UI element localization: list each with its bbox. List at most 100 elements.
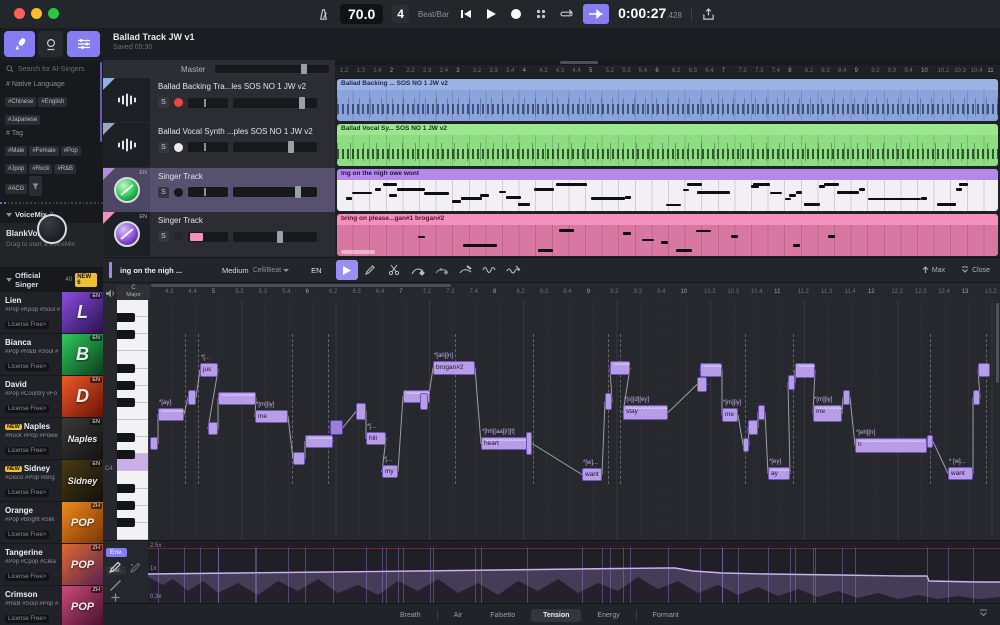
envelope-area[interactable]: 2.5x 1x 0.3x [148, 541, 1000, 604]
master-volume-slider[interactable] [215, 65, 329, 73]
note[interactable] [748, 420, 758, 435]
license-chip[interactable]: License Free> [5, 615, 49, 623]
note[interactable] [788, 375, 795, 390]
language-tag-chip[interactable]: #Chinese [5, 97, 36, 107]
quality-selector[interactable]: Medium [222, 266, 249, 275]
editing-clip-name[interactable]: ing on the nigh ... [120, 266, 208, 275]
vocal-mode-button[interactable] [38, 31, 63, 57]
note[interactable] [526, 432, 532, 455]
note[interactable] [420, 393, 428, 410]
piano-black-key[interactable] [117, 518, 135, 527]
note[interactable]: my*[... [382, 465, 398, 478]
license-chip[interactable]: License Free> [5, 405, 49, 413]
envelope-tab[interactable]: Env. [106, 548, 127, 557]
grid-mode-icon[interactable] [533, 6, 549, 22]
singer-library-button[interactable] [4, 31, 35, 57]
note[interactable]: ~~~~~~~~~ [305, 435, 333, 448]
volume-slider[interactable] [233, 232, 317, 242]
note[interactable]: ~~~~~~~ [700, 363, 722, 377]
track-row[interactable]: ENSinger TrackS [103, 168, 335, 212]
note[interactable]: want* [w]... [948, 467, 973, 480]
license-chip[interactable]: License Free> [5, 531, 49, 539]
license-chip[interactable]: License Free> [5, 573, 49, 581]
piano-black-key[interactable] [117, 433, 135, 442]
pan-slider[interactable] [188, 187, 228, 197]
tag-chip[interactable]: #Jpop [5, 164, 27, 174]
singer-card[interactable]: David#Pop #Country #FoLicense Free>DEN [0, 376, 103, 418]
record-button[interactable] [508, 6, 524, 22]
note[interactable] [978, 363, 990, 377]
mixer-settings-button[interactable] [67, 31, 100, 57]
piano-keyboard[interactable] [117, 300, 148, 540]
piano-black-key[interactable] [117, 450, 135, 459]
note[interactable]: ~~~~~~ [610, 361, 630, 375]
minimize-window-button[interactable] [31, 8, 42, 19]
clip-singer-track-2[interactable]: bring on please...gan#1 brogan#2 [337, 214, 998, 256]
piano-black-key[interactable] [117, 381, 135, 390]
piano-roll[interactable]: C Major 4.34.455.25.35.466.26.36.477.27.… [103, 283, 1000, 540]
note[interactable] [150, 437, 158, 450]
parameter-tab-formant[interactable]: Formant [641, 609, 691, 622]
tag-chip[interactable]: #Male [5, 146, 27, 156]
singer-card[interactable]: Tangerine#Pop #Cpop #CleaLicense Free>PO… [0, 544, 103, 586]
solo-button[interactable]: S [158, 142, 169, 153]
draw-tool-icon[interactable] [109, 561, 122, 574]
official-singer-section-header[interactable]: Official Singer 40 NEW 6 [0, 268, 103, 292]
note[interactable]: ~~~~~~~~~~~~~~~heart*[hh][aa][r][t] [481, 437, 527, 450]
parameter-tab-breath[interactable]: Breath [388, 609, 433, 622]
search-input[interactable]: Search for AI-Singers [0, 60, 103, 78]
track-color-swatch[interactable] [190, 233, 203, 241]
tag-chip[interactable]: #ACG [5, 184, 27, 194]
lyric-language-selector[interactable]: EN [311, 266, 321, 275]
solo-button[interactable]: S [158, 187, 169, 198]
piano-roll-ruler[interactable]: 4.34.455.25.35.466.26.36.477.27.37.488.2… [148, 288, 1000, 300]
singer-card[interactable]: Bianca#Pop #R&B #Soul #License Free>BEN [0, 334, 103, 376]
note[interactable]: want*[w]... [582, 468, 602, 481]
export-icon[interactable] [701, 6, 717, 22]
mute-record-dot[interactable] [174, 143, 183, 152]
piano-black-key[interactable] [117, 313, 135, 322]
note[interactable] [927, 435, 933, 448]
parameter-tab-falsetto[interactable]: Falsetto [478, 609, 527, 622]
license-chip[interactable]: License Free> [5, 321, 49, 329]
tag-chip[interactable]: #Rock [29, 164, 52, 174]
tag-chip[interactable]: #Pop [61, 146, 81, 156]
note[interactable]: hill*[... [366, 432, 386, 445]
mute-record-dot[interactable] [174, 98, 183, 107]
note[interactable] [697, 377, 707, 392]
parameter-tab-air[interactable]: Air [442, 609, 475, 622]
tag-chip[interactable]: #Female [29, 146, 58, 156]
parameter-tab-tension[interactable]: Tension [531, 609, 581, 622]
volume-slider[interactable] [233, 142, 317, 152]
note[interactable] [188, 390, 196, 405]
note[interactable]: me*[m][iy] [722, 408, 738, 422]
collapse-panel-icon[interactable] [979, 609, 988, 618]
singer-card[interactable]: NEWSidney#Disco #Pop #BrigLicense Free>S… [0, 460, 103, 502]
singer-card[interactable]: Lien#Pop #Kpop #Soul #License Free>LEN [0, 292, 103, 334]
pointer-tool-button[interactable] [336, 260, 358, 280]
pan-slider[interactable] [188, 98, 228, 108]
loop-icon[interactable] [558, 6, 574, 22]
note[interactable]: me*[m][iy] [255, 410, 288, 423]
piano-roll-vscrollbar[interactable] [996, 303, 999, 383]
note[interactable] [743, 438, 749, 452]
note[interactable]: jus*[... [200, 363, 218, 377]
maximize-editor-button[interactable]: Max [922, 266, 945, 274]
piano-black-key[interactable] [117, 330, 135, 339]
add-parameter-icon[interactable] [111, 593, 120, 602]
singer-card[interactable]: NEWNaples#Rock #Pop #PoweLicense Free>Na… [0, 418, 103, 460]
scissors-tool-button[interactable] [382, 260, 406, 280]
singer-card[interactable]: Orange#Pop #Bright #SilkLicense Free>POP… [0, 502, 103, 544]
follow-playhead-button[interactable] [583, 4, 609, 24]
track-row[interactable]: Ballad Vocal Synth ...ples SOS NO 1 JW v… [103, 123, 335, 167]
metronome-icon[interactable] [315, 6, 331, 22]
filter-button[interactable] [29, 176, 42, 196]
piano-black-key[interactable] [117, 501, 135, 510]
skip-to-start-button[interactable] [458, 6, 474, 22]
singer-card[interactable]: Crimson#R&B #Soul #Pop #License Free>POP… [0, 586, 103, 625]
note[interactable] [973, 390, 980, 405]
anchor-draw-tool-icon[interactable] [129, 561, 142, 574]
pitch-erase-tool-button[interactable] [454, 260, 478, 280]
license-chip[interactable]: License Free> [5, 489, 49, 497]
note[interactable] [330, 420, 343, 435]
